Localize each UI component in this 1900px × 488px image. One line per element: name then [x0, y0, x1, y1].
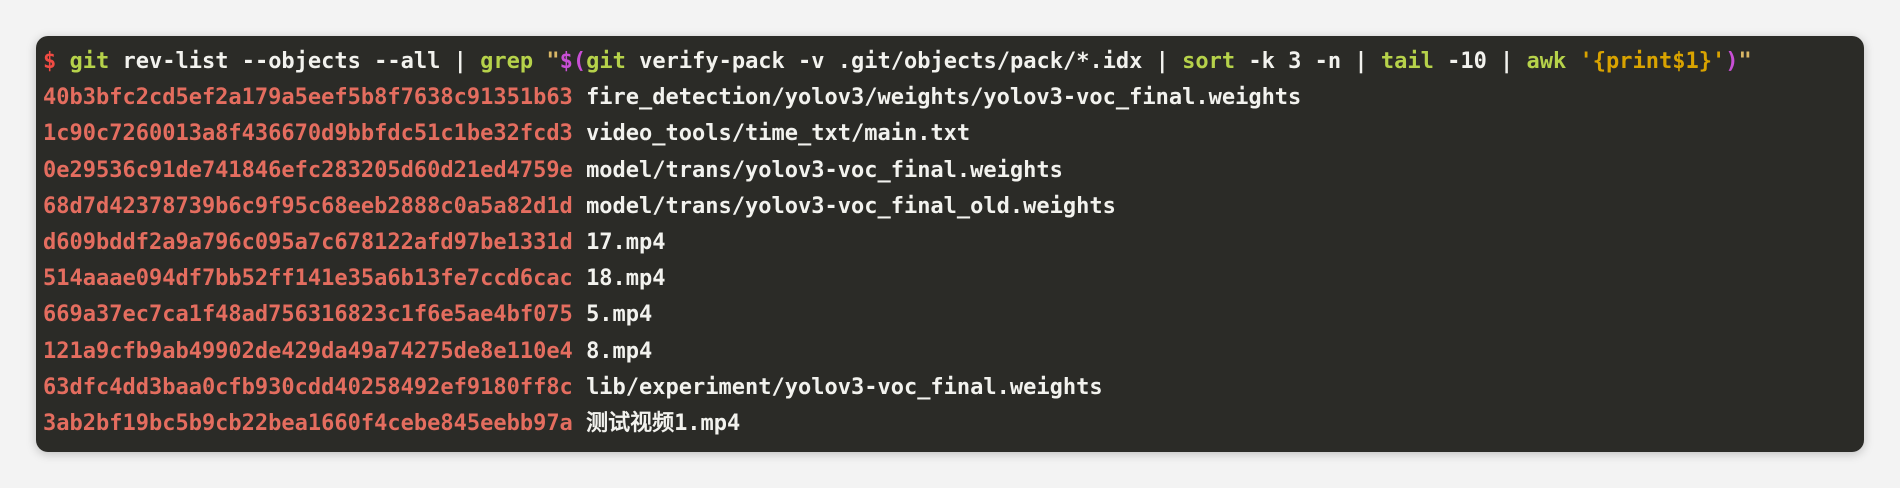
awk-command: awk: [1526, 49, 1567, 74]
subst-open: $(: [559, 49, 587, 74]
object-hash: 0e29536c91de741846efc283205d60d21ed4759e: [43, 157, 573, 183]
object-path: lib/experiment/yolov3-voc_final.weights: [586, 374, 1103, 400]
result-line: 3ab2bf19bc5b9cb22bea1660f4cebe845eebb97a…: [43, 406, 1864, 442]
sort-command: sort: [1182, 49, 1236, 74]
object-hash: 669a37ec7ca1f48ad756316823c1f6e5ae4bf075: [43, 302, 573, 328]
verify-pack-args: verify-pack -v .git/objects/pack/*.idx |: [625, 49, 1183, 74]
subst-close: ): [1725, 49, 1739, 74]
object-hash: 121a9cfb9ab49902de429da49a74275de8e110e4: [43, 338, 573, 364]
tail-command: tail: [1380, 49, 1434, 74]
sort-args: -k 3 -n |: [1235, 49, 1381, 74]
result-line: 68d7d42378739b6c9f95c68eeb2888c0a5a82d1d…: [43, 189, 1864, 225]
object-hash: 3ab2bf19bc5b9cb22bea1660f4cebe845eebb97a: [43, 411, 573, 437]
object-path: video_tools/time_txt/main.txt: [586, 121, 971, 147]
result-line: 0e29536c91de741846efc283205d60d21ed4759e…: [43, 153, 1864, 189]
object-hash: 68d7d42378739b6c9f95c68eeb2888c0a5a82d1d: [43, 193, 573, 219]
rev-list-args: rev-list --objects --all |: [109, 49, 481, 74]
object-path: fire_detection/yolov3/weights/yolov3-voc…: [586, 85, 1302, 111]
object-hash: 514aaae094df7bb52ff141e35a6b13fe7ccd6cac: [43, 266, 573, 292]
quote-open: ": [533, 49, 560, 74]
object-hash: 63dfc4dd3baa0cfb930cdd40258492ef9180ff8c: [43, 374, 573, 400]
result-line: 514aaae094df7bb52ff141e35a6b13fe7ccd6cac…: [43, 261, 1864, 297]
result-line: d609bddf2a9a796c095a7c678122afd97be1331d…: [43, 225, 1864, 261]
object-path: 8.mp4: [586, 338, 653, 364]
object-path: model/trans/yolov3-voc_final.weights: [586, 157, 1063, 183]
object-hash: d609bddf2a9a796c095a7c678122afd97be1331d: [43, 230, 573, 256]
result-line: 669a37ec7ca1f48ad756316823c1f6e5ae4bf075…: [43, 297, 1864, 333]
object-hash: 40b3bfc2cd5ef2a179a5eef5b8f7638c91351b63: [43, 85, 573, 111]
result-line: 63dfc4dd3baa0cfb930cdd40258492ef9180ff8c…: [43, 370, 1864, 406]
object-hash: 1c90c7260013a8f436670d9bbfdc51c1be32fcd3: [43, 121, 573, 147]
git-command: git: [69, 49, 110, 74]
awk-script: '{print$1}': [1566, 49, 1726, 74]
git-command-2: git: [586, 49, 626, 74]
command-line: $ git rev-list --objects --all | grep "$…: [43, 44, 1864, 80]
tail-args: -10 |: [1433, 49, 1527, 74]
object-path: 测试视频1.mp4: [586, 411, 741, 437]
object-path: 5.mp4: [586, 302, 653, 328]
quote-close: ": [1738, 49, 1752, 74]
result-line: 1c90c7260013a8f436670d9bbfdc51c1be32fcd3…: [43, 116, 1864, 152]
result-line: 40b3bfc2cd5ef2a179a5eef5b8f7638c91351b63…: [43, 80, 1864, 116]
object-path: 18.mp4: [586, 266, 666, 292]
grep-command: grep: [480, 49, 534, 74]
result-line: 121a9cfb9ab49902de429da49a74275de8e110e4…: [43, 334, 1864, 370]
object-path: model/trans/yolov3-voc_final_old.weights: [586, 193, 1116, 219]
terminal-window[interactable]: $ git rev-list --objects --all | grep "$…: [36, 36, 1864, 452]
prompt-symbol: $: [43, 49, 57, 74]
object-path: 17.mp4: [586, 230, 666, 256]
